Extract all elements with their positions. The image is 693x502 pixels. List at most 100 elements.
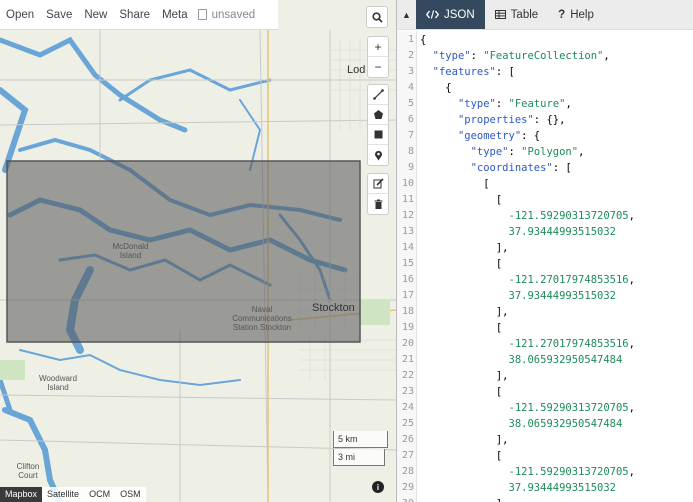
tab-json-label: JSON: [444, 8, 475, 21]
help-icon: ?: [558, 8, 566, 21]
line-number: 8: [407, 146, 414, 157]
tab-help[interactable]: ? Help: [548, 0, 604, 29]
tab-json[interactable]: JSON: [416, 0, 485, 29]
file-icon: [197, 9, 207, 20]
line-code: -121.27017974853516,: [508, 274, 635, 286]
line-number: 30: [397, 496, 414, 502]
layer-satellite[interactable]: Satellite: [42, 487, 84, 502]
code-icon: [426, 10, 439, 19]
rectangle-icon: [374, 130, 382, 139]
line-code: "features": [: [432, 66, 515, 78]
line-number: 24: [401, 402, 414, 413]
zoom-control: + −: [367, 36, 389, 78]
line-code: {: [420, 82, 452, 94]
draw-polygon-button[interactable]: [368, 105, 388, 125]
line-icon: [372, 89, 384, 100]
line-number: 28: [401, 466, 414, 477]
line-code: [: [420, 322, 503, 334]
line-number: 19: [401, 322, 414, 333]
drawn-polygon[interactable]: [6, 160, 361, 343]
place-lodi: Lod: [347, 64, 366, 76]
line-code: -121.27017974853516,: [508, 338, 635, 350]
line-code: ],: [420, 434, 509, 446]
line-code: 37.93444993515032: [508, 290, 616, 302]
line-code: [: [420, 194, 503, 206]
line-number: 11: [401, 194, 414, 205]
scale-imperial: 3 mi: [333, 449, 385, 466]
line-code: "type": "FeatureCollection",: [432, 50, 610, 62]
line-code: 37.93444993515032: [508, 226, 616, 238]
line-code: "coordinates": [: [470, 162, 572, 174]
line-code: ]: [420, 496, 502, 502]
zoom-in-button[interactable]: +: [368, 37, 388, 57]
line-code: 38.065932950547484: [508, 418, 623, 430]
tab-table-label: Table: [510, 8, 539, 21]
collapse-panel-button[interactable]: ▲: [397, 0, 416, 29]
line-number: 7: [407, 130, 414, 141]
line-code: -121.59290313720705,: [508, 402, 635, 414]
line-code: [: [420, 178, 490, 190]
trash-icon: [374, 199, 382, 209]
line-code: "type": "Polygon",: [470, 146, 585, 158]
line-code: ],: [420, 306, 509, 318]
map-pane[interactable]: Lod McDonald Island Stockton Naval Commu…: [0, 0, 396, 502]
search-icon: [371, 11, 383, 23]
layer-switcher: Mapbox Satellite OCM OSM: [0, 487, 146, 502]
json-editor[interactable]: 1 {2 "type": "FeatureCollection", 3 "featu…: [397, 31, 693, 502]
line-number: 25: [401, 418, 414, 429]
edit-layers-button[interactable]: [368, 174, 388, 194]
line-code: -121.59290313720705,: [508, 466, 635, 478]
scale-metric: 5 km: [333, 431, 388, 448]
tab-table[interactable]: Table: [485, 0, 549, 29]
line-number: 16: [401, 274, 414, 285]
line-number: 10: [401, 178, 414, 189]
layer-mapbox[interactable]: Mapbox: [0, 487, 43, 502]
draw-toolbar: [367, 84, 389, 166]
line-code: -121.59290313720705,: [508, 210, 635, 222]
line-code: ],: [420, 370, 509, 382]
line-code: "geometry": {: [457, 130, 541, 142]
line-number: 5: [407, 98, 414, 109]
line-number: 27: [401, 450, 414, 461]
layer-ocm[interactable]: OCM: [84, 487, 115, 502]
place-woodward-island: Woodward Island: [38, 374, 78, 392]
info-icon[interactable]: i: [372, 481, 384, 493]
line-code: 37.93444993515032: [508, 482, 616, 494]
caret-up-icon: ▲: [402, 9, 411, 20]
line-code: 38.065932950547484: [508, 354, 623, 366]
place-mcdonald-island: McDonald Island: [112, 242, 149, 260]
open-button[interactable]: Open: [0, 9, 40, 21]
line-code: {: [420, 34, 427, 46]
delete-layers-button[interactable]: [368, 194, 388, 214]
line-code: "properties": {},: [457, 114, 566, 126]
new-button[interactable]: New: [78, 9, 113, 21]
map-base: [0, 29, 396, 502]
save-button[interactable]: Save: [40, 9, 78, 21]
share-button[interactable]: Share: [113, 9, 156, 21]
marker-icon: [374, 150, 382, 160]
draw-line-button[interactable]: [368, 85, 388, 105]
line-number: 6: [407, 114, 414, 125]
line-code: "type": "Feature",: [457, 98, 572, 110]
draw-marker-button[interactable]: [368, 145, 388, 165]
line-number: 12: [401, 210, 414, 221]
file-toolbar: Open Save New Share Meta unsaved: [0, 0, 278, 30]
search-button[interactable]: [366, 6, 388, 28]
panel-tabs: ▲ JSON Table ? Help: [397, 0, 693, 30]
meta-button[interactable]: Meta: [156, 9, 194, 21]
zoom-out-button[interactable]: −: [368, 57, 388, 77]
line-number: 20: [401, 338, 414, 349]
line-number: 13: [401, 226, 414, 237]
line-number: 26: [401, 434, 414, 445]
line-number: 3: [407, 66, 414, 77]
save-status: unsaved: [194, 9, 261, 21]
edit-toolbar: [367, 173, 389, 215]
line-number: 18: [401, 306, 414, 317]
line-code: [: [420, 450, 503, 462]
line-number: 15: [401, 258, 414, 269]
place-clifton-court: Clifton Court: [16, 462, 40, 480]
polygon-icon: [373, 110, 383, 119]
line-number: 2: [407, 50, 414, 61]
draw-rectangle-button[interactable]: [368, 125, 388, 145]
layer-osm[interactable]: OSM: [115, 487, 146, 502]
